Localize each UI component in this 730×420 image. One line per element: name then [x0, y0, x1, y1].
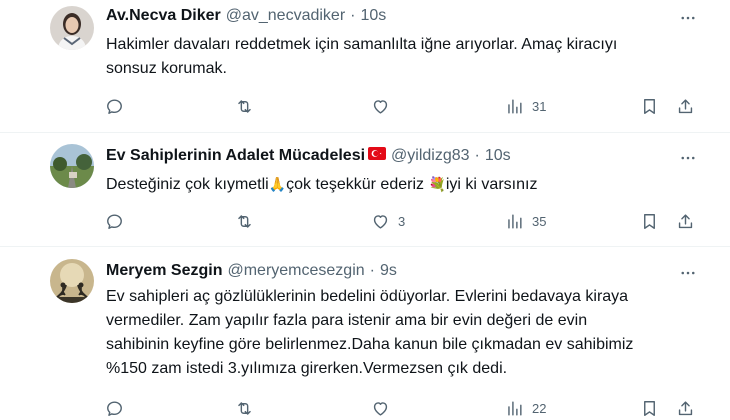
views-icon — [505, 97, 524, 116]
turkey-flag-icon — [368, 147, 387, 160]
share-icon — [676, 97, 695, 116]
view-count: 31 — [532, 98, 547, 114]
tweet-text-line: Hakimler davaları reddetmek için samanlı… — [106, 36, 618, 53]
bookmark-icon — [640, 212, 659, 231]
views-button[interactable]: 31 — [505, 94, 546, 118]
tweet[interactable]: Meryem Sezgin @meryemcesezgin · 9s Ev sa… — [0, 247, 730, 420]
author-name[interactable]: Meryem Sezgin — [106, 262, 222, 280]
tweet-header: Ev Sahiplerinin Adalet Mücadelesi @yildi… — [106, 147, 511, 165]
retweet-icon — [235, 212, 254, 231]
heart-icon — [371, 97, 390, 116]
timestamp[interactable]: 10s — [485, 147, 511, 165]
share-button[interactable] — [676, 396, 695, 420]
like-count: 3 — [398, 213, 406, 229]
avatar-image — [50, 259, 94, 303]
like-button[interactable] — [371, 396, 398, 420]
author-name[interactable]: Ev Sahiplerinin Adalet Mücadelesi — [106, 147, 365, 165]
share-button[interactable] — [676, 209, 695, 233]
separator-dot: · — [474, 147, 480, 164]
author-name[interactable]: Av.Necva Diker — [106, 7, 221, 25]
views-button[interactable]: 35 — [505, 209, 546, 233]
tweet-text-part: Desteğiniz çok kıymetli — [106, 176, 269, 193]
timestamp[interactable]: 9s — [380, 262, 397, 280]
views-icon — [505, 399, 524, 418]
tweet-text: Hakimler davaları reddetmek için samanlı… — [106, 33, 696, 81]
more-icon[interactable] — [678, 148, 698, 168]
views-icon — [505, 212, 524, 231]
tweet-text-part: iyi ki varsınız — [445, 176, 538, 193]
retweet-icon — [235, 97, 254, 116]
retweet-icon — [235, 399, 254, 418]
bookmark-icon — [640, 399, 659, 418]
action-bar: 22 — [0, 396, 730, 420]
bookmark-button[interactable] — [640, 396, 659, 420]
more-icon[interactable] — [678, 263, 698, 283]
like-button[interactable] — [371, 94, 398, 118]
view-count: 35 — [532, 213, 547, 229]
bookmark-button[interactable] — [640, 94, 659, 118]
author-handle[interactable]: @meryemcesezgin — [227, 262, 364, 280]
avatar[interactable] — [50, 144, 94, 188]
reply-icon — [105, 212, 124, 231]
tweet[interactable]: Ev Sahiplerinin Adalet Mücadelesi @yildi… — [0, 133, 730, 245]
share-button[interactable] — [676, 94, 695, 118]
tweet[interactable]: Av.Necva Diker @av_necvadiker · 10s Haki… — [0, 0, 730, 132]
avatar-image — [50, 144, 94, 188]
tweet-text: Ev sahipleri aç gözlülüklerinin bedelini… — [106, 285, 696, 381]
share-icon — [676, 212, 695, 231]
action-bar: 31 — [0, 94, 730, 118]
retweet-button[interactable] — [235, 94, 262, 118]
retweet-button[interactable] — [235, 396, 262, 420]
separator-dot: · — [369, 262, 375, 279]
avatar-image — [50, 6, 94, 50]
heart-icon — [371, 212, 390, 231]
bouquet-emoji: 💐 — [428, 176, 446, 192]
bookmark-icon — [640, 97, 659, 116]
tweet-text-line: vermediler. Zam yapılır fazla para isten… — [106, 312, 588, 329]
avatar[interactable] — [50, 6, 94, 50]
folded-hands-emoji: 🙏 — [268, 176, 287, 192]
tweet-text-part: çok teşekkür ederiz — [286, 176, 429, 193]
views-button[interactable]: 22 — [505, 396, 546, 420]
reply-button[interactable] — [105, 396, 132, 420]
bookmark-button[interactable] — [640, 209, 659, 233]
tweet-header: Meryem Sezgin @meryemcesezgin · 9s — [106, 262, 397, 280]
more-icon[interactable] — [678, 8, 698, 28]
separator-dot: · — [350, 7, 356, 24]
avatar[interactable] — [50, 259, 94, 303]
tweet-header: Av.Necva Diker @av_necvadiker · 10s — [106, 7, 386, 25]
author-handle[interactable]: @av_necvadiker — [226, 7, 345, 25]
share-icon — [676, 399, 695, 418]
reply-button[interactable] — [105, 209, 132, 233]
retweet-button[interactable] — [235, 209, 262, 233]
tweet-text-line: sonsuz korumak. — [106, 60, 227, 77]
heart-icon — [371, 399, 390, 418]
timestamp[interactable]: 10s — [360, 7, 386, 25]
tweet-text-line: sahibinin keyfine göre belirlenmez.Daha … — [106, 336, 634, 353]
tweet-text-line: Ev sahipleri aç gözlülüklerinin bedelini… — [106, 288, 629, 305]
view-count: 22 — [532, 400, 547, 416]
action-bar: 3 35 — [0, 209, 730, 233]
reply-icon — [105, 97, 124, 116]
like-button[interactable]: 3 — [371, 209, 405, 233]
author-handle[interactable]: @yildizg83 — [391, 147, 470, 165]
reply-icon — [105, 399, 124, 418]
reply-button[interactable] — [105, 94, 132, 118]
tweet-text: Desteğiniz çok kıymetli🙏çok teşekkür ede… — [106, 173, 696, 197]
tweet-text-line: %150 zam istedi 3.yılımıza girerken.Verm… — [106, 360, 508, 377]
